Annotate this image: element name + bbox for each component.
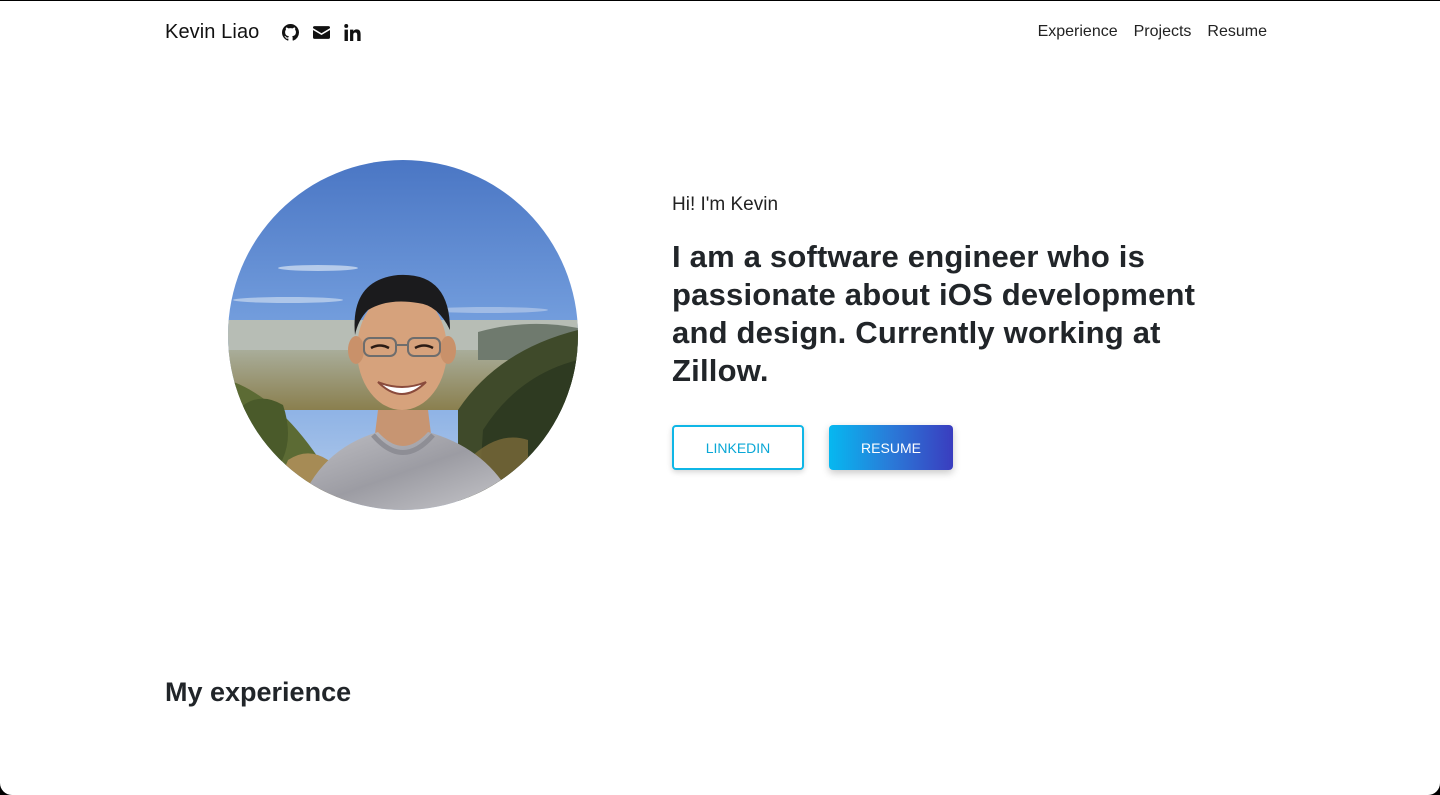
linkedin-icon [344, 23, 361, 41]
brand-link[interactable]: Kevin Liao [165, 21, 259, 44]
nav-link-projects[interactable]: Projects [1134, 23, 1192, 41]
nav-link-resume[interactable]: Resume [1207, 23, 1267, 41]
hero-buttons: LINKEDIN RESUME [672, 425, 953, 470]
github-link[interactable] [281, 23, 299, 41]
hero-greeting: Hi! I'm Kevin [672, 194, 779, 215]
email-link[interactable] [312, 23, 330, 41]
nav-links: Experience Projects Resume [1022, 23, 1267, 41]
hero-text: Hi! I'm Kevin I am a software engineer w… [672, 194, 1232, 390]
navbar: Kevin Liao Experience Projects Resume [165, 15, 1267, 49]
profile-photo-image [228, 160, 578, 510]
social-links [281, 23, 374, 41]
experience-section-title: My experience [165, 677, 352, 707]
browser-viewport: Kevin Liao Experience Projects Resume Hi… [0, 1, 1440, 795]
profile-photo [228, 160, 578, 510]
brand-group: Kevin Liao [165, 21, 374, 44]
linkedin-button[interactable]: LINKEDIN [672, 425, 804, 470]
envelope-icon [312, 25, 330, 39]
hero-headline: I am a software engineer who is passiona… [672, 239, 1196, 388]
resume-button[interactable]: RESUME [829, 425, 953, 470]
linkedin-link[interactable] [343, 23, 361, 41]
nav-link-experience[interactable]: Experience [1038, 23, 1118, 41]
github-icon [281, 23, 299, 41]
